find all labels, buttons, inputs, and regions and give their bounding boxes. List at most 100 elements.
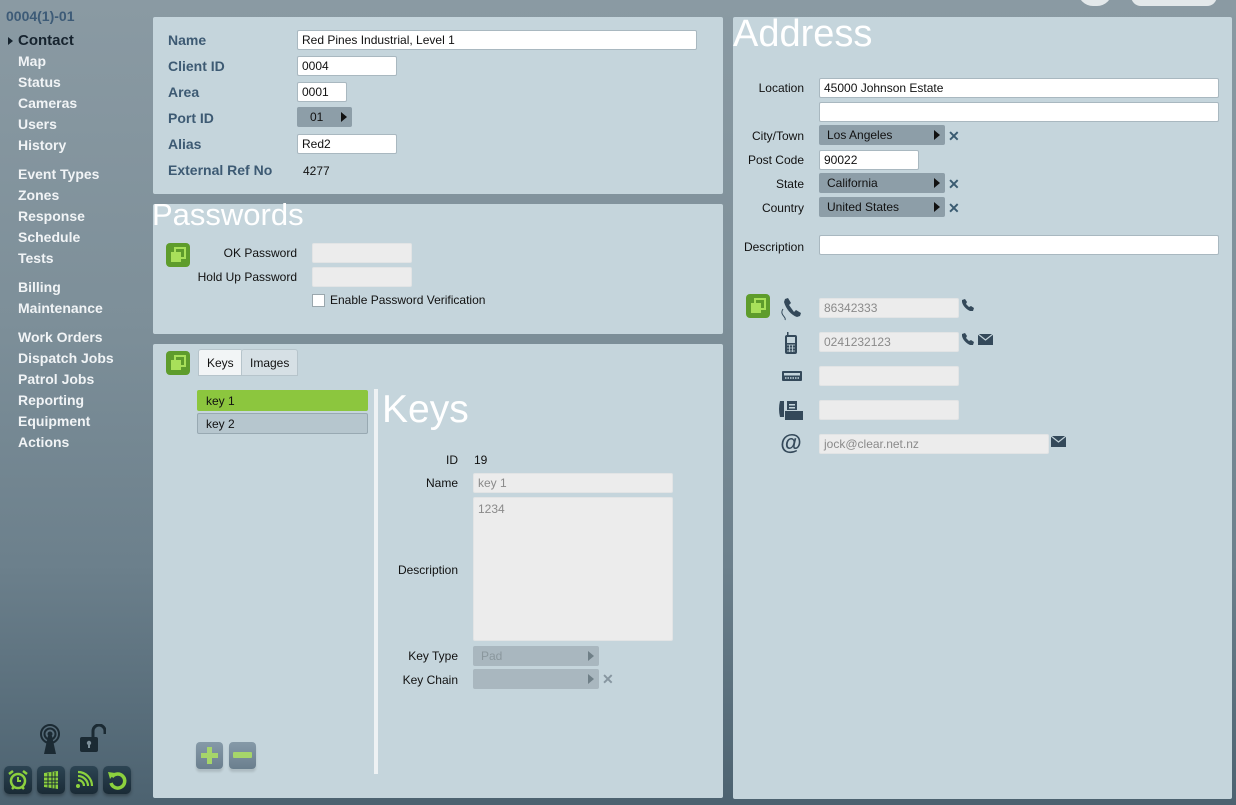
alarm-clock-button[interactable] <box>4 766 32 794</box>
key-name-input[interactable]: key 1 <box>473 473 673 493</box>
sidebar-item-tests[interactable]: Tests <box>18 248 114 269</box>
alias-input[interactable]: Red2 <box>297 134 397 154</box>
call-phone-icon[interactable] <box>961 299 974 315</box>
phone-icon <box>779 297 803 321</box>
email-at-icon: @ <box>780 430 802 455</box>
copy-icon <box>171 247 186 262</box>
port-id-dropdown[interactable]: 01 <box>297 107 352 127</box>
sidebar-item-contact[interactable]: Contact <box>18 30 114 51</box>
location-label: Location <box>758 81 804 95</box>
remove-key-button[interactable] <box>229 742 256 769</box>
wireless-button[interactable] <box>70 766 98 794</box>
tab-keys[interactable]: Keys <box>198 349 243 376</box>
client-id-input[interactable]: 0004 <box>297 56 397 76</box>
location-line2-input[interactable] <box>819 102 1219 122</box>
area-input[interactable]: 0001 <box>297 82 347 102</box>
caret-right-icon <box>934 130 940 140</box>
alarm-clock-icon <box>8 770 28 790</box>
status-icons <box>38 723 107 757</box>
name-input[interactable]: Red Pines Industrial, Level 1 <box>297 30 697 50</box>
mobile-input[interactable]: 0241232123 <box>819 332 959 352</box>
tab-images[interactable]: Images <box>241 349 299 376</box>
sidebar-item-patrol-jobs[interactable]: Patrol Jobs <box>18 369 114 390</box>
sidebar-item-response[interactable]: Response <box>18 206 114 227</box>
fax-input[interactable] <box>819 400 959 420</box>
call-mobile-icon[interactable] <box>961 333 974 349</box>
send-email-icon[interactable] <box>1050 435 1067 450</box>
sidebar-item-cameras[interactable]: Cameras <box>18 93 114 114</box>
building-icon <box>44 771 58 789</box>
key-list-item[interactable]: key 2 <box>197 413 368 434</box>
clear-key-chain-icon[interactable]: ✕ <box>602 672 614 686</box>
pager-input[interactable] <box>819 366 959 386</box>
email-input[interactable]: jock@clear.net.nz <box>819 434 1049 454</box>
key-description-textarea[interactable]: 1234 <box>473 497 673 641</box>
phone-input[interactable]: 86342333 <box>819 298 959 318</box>
clear-country-icon[interactable]: ✕ <box>948 201 960 215</box>
plus-icon <box>201 747 218 764</box>
top-round-button[interactable] <box>1078 0 1112 6</box>
copy-icon <box>751 298 766 313</box>
sidebar-item-maintenance[interactable]: Maintenance <box>18 298 114 319</box>
refresh-button[interactable] <box>103 766 131 794</box>
clear-city-icon[interactable]: ✕ <box>948 129 960 143</box>
enable-password-verification-label[interactable]: Enable Password Verification <box>330 293 485 307</box>
city-value: Los Angeles <box>827 128 893 142</box>
site-id-title: 0004(1)-01 <box>6 8 75 24</box>
passwords-panel: Passwords OK Password Hold Up Password E… <box>152 199 723 334</box>
caret-right-icon <box>588 651 594 661</box>
building-button[interactable] <box>37 766 65 794</box>
sidebar: 0004(1)-01 Contact Map Status Cameras Users H… <box>0 0 150 805</box>
sidebar-item-work-orders[interactable]: Work Orders <box>18 327 114 348</box>
sidebar-item-reporting[interactable]: Reporting <box>18 390 114 411</box>
holdup-password-label: Hold Up Password <box>197 270 297 284</box>
country-label: Country <box>761 201 804 215</box>
key-name-label: Name <box>425 476 458 490</box>
country-dropdown[interactable]: United States <box>819 197 945 217</box>
sidebar-item-actions[interactable]: Actions <box>18 432 114 453</box>
clear-state-icon[interactable]: ✕ <box>948 177 960 191</box>
copy-passwords-button[interactable] <box>166 243 190 267</box>
key-chain-dropdown[interactable] <box>473 669 599 689</box>
post-code-input[interactable]: 90022 <box>819 150 919 170</box>
copy-contacts-button[interactable] <box>746 294 770 318</box>
key-type-dropdown[interactable]: Pad <box>473 646 599 666</box>
address-panel: Address Location 45000 Johnson Estate Ci… <box>733 15 1232 799</box>
key-list-item[interactable]: key 1 <box>197 390 368 411</box>
sidebar-item-history[interactable]: History <box>18 135 114 156</box>
sidebar-item-schedule[interactable]: Schedule <box>18 227 114 248</box>
refresh-icon <box>108 772 127 790</box>
address-description-input[interactable] <box>819 235 1219 255</box>
city-dropdown[interactable]: Los Angeles <box>819 125 945 145</box>
name-label: Name <box>168 32 207 48</box>
key-type-label: Key Type <box>408 649 458 663</box>
state-dropdown[interactable]: California <box>819 173 945 193</box>
sidebar-item-status[interactable]: Status <box>18 72 114 93</box>
sidebar-item-zones[interactable]: Zones <box>18 185 114 206</box>
sidebar-item-map[interactable]: Map <box>18 51 114 72</box>
port-id-label: Port ID <box>168 110 214 126</box>
caret-right-icon <box>934 202 940 212</box>
caret-right-icon <box>341 112 347 122</box>
key-type-value: Pad <box>481 649 503 663</box>
city-label: City/Town <box>751 129 804 143</box>
top-pill-button[interactable] <box>1131 0 1217 6</box>
pager-icon <box>781 369 803 383</box>
enable-password-verification-checkbox[interactable] <box>312 294 325 307</box>
unlocked-padlock-icon[interactable] <box>76 723 107 757</box>
sidebar-item-event-types[interactable]: Event Types <box>18 164 114 185</box>
alias-label: Alias <box>168 136 202 152</box>
sms-mobile-icon[interactable] <box>977 333 994 348</box>
sidebar-item-dispatch-jobs[interactable]: Dispatch Jobs <box>18 348 114 369</box>
sidebar-item-users[interactable]: Users <box>18 114 114 135</box>
key-id-value: 19 <box>474 453 488 467</box>
add-key-button[interactable] <box>196 742 223 769</box>
sidebar-item-billing[interactable]: Billing <box>18 277 114 298</box>
copy-keys-button[interactable] <box>166 351 190 375</box>
sidebar-item-equipment[interactable]: Equipment <box>18 411 114 432</box>
holdup-password-input[interactable] <box>312 267 412 287</box>
ok-password-input[interactable] <box>312 243 412 263</box>
location-input[interactable]: 45000 Johnson Estate <box>819 78 1219 98</box>
client-id-label: Client ID <box>168 58 225 74</box>
mobile-phone-icon <box>783 331 799 355</box>
